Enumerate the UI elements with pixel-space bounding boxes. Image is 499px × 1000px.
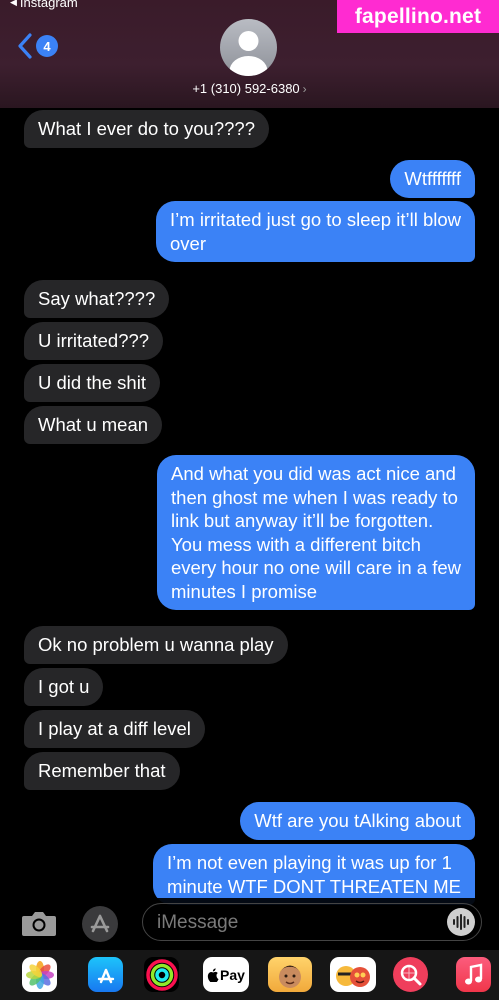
message-bubble-incoming[interactable]: What I ever do to you???? bbox=[24, 110, 269, 148]
contact-number: +1 (310) 592-6380 bbox=[192, 81, 300, 96]
message-bubble-outgoing[interactable]: I’m irritated just go to sleep it’ll blo… bbox=[156, 201, 475, 262]
message-input-container[interactable] bbox=[142, 903, 482, 941]
memoji-icon[interactable] bbox=[268, 957, 312, 992]
contact-title[interactable]: +1 (310) 592-6380 › bbox=[0, 81, 499, 96]
image-search-icon[interactable] bbox=[393, 957, 428, 992]
music-icon[interactable] bbox=[456, 957, 491, 992]
message-bubble-incoming[interactable]: U did the shit bbox=[24, 364, 160, 402]
compose-bar bbox=[0, 898, 499, 948]
activity-icon[interactable] bbox=[144, 957, 179, 992]
apple-pay-icon[interactable]: Pay bbox=[203, 957, 249, 992]
message-input[interactable] bbox=[157, 910, 427, 936]
watermark: fapellino.net bbox=[337, 0, 499, 33]
message-bubble-incoming[interactable]: Remember that bbox=[24, 752, 180, 790]
message-bubble-outgoing[interactable]: I’m not even playing it was up for 1 min… bbox=[153, 844, 475, 905]
back-app-label: Instagram bbox=[19, 0, 78, 10]
memoji-stickers-icon[interactable] bbox=[330, 957, 376, 992]
message-bubble-incoming[interactable]: What u mean bbox=[24, 406, 163, 444]
contact-avatar[interactable] bbox=[220, 19, 277, 76]
message-thread[interactable]: What I ever do to you???? Wtfffffff I’m … bbox=[0, 0, 499, 1000]
back-to-app-link[interactable]: ◀ Instagram bbox=[10, 0, 78, 10]
apple-pay-label: Pay bbox=[220, 966, 245, 983]
chevron-right-icon: › bbox=[302, 82, 307, 96]
message-bubble-incoming[interactable]: Say what???? bbox=[24, 280, 170, 318]
message-bubble-outgoing[interactable]: Wtfffffff bbox=[390, 160, 475, 198]
message-bubble-incoming[interactable]: Ok no problem u wanna play bbox=[24, 626, 288, 664]
camera-icon[interactable] bbox=[20, 908, 58, 938]
app-store-icon[interactable] bbox=[88, 957, 123, 992]
audio-waveform-icon[interactable] bbox=[447, 908, 475, 936]
chevron-left-icon bbox=[18, 33, 32, 59]
back-button[interactable]: 4 bbox=[16, 33, 58, 59]
person-silhouette-icon bbox=[229, 31, 268, 76]
message-bubble-incoming[interactable]: I play at a diff level bbox=[24, 710, 205, 748]
imessage-app-strip: Pay bbox=[0, 950, 499, 1000]
message-bubble-incoming[interactable]: U irritated??? bbox=[24, 322, 164, 360]
message-bubble-incoming[interactable]: I got u bbox=[24, 668, 104, 706]
app-store-button-icon[interactable] bbox=[80, 904, 120, 944]
apple-logo-icon bbox=[207, 967, 219, 982]
message-bubble-outgoing[interactable]: Wtf are you tAlking about bbox=[240, 802, 475, 840]
unread-count-badge: 4 bbox=[36, 35, 58, 57]
waveform-glyph bbox=[453, 914, 469, 930]
back-triangle-icon: ◀ bbox=[10, 0, 17, 7]
message-bubble-outgoing[interactable]: And what you did was act nice and then g… bbox=[157, 455, 475, 610]
photos-icon[interactable] bbox=[22, 957, 57, 992]
